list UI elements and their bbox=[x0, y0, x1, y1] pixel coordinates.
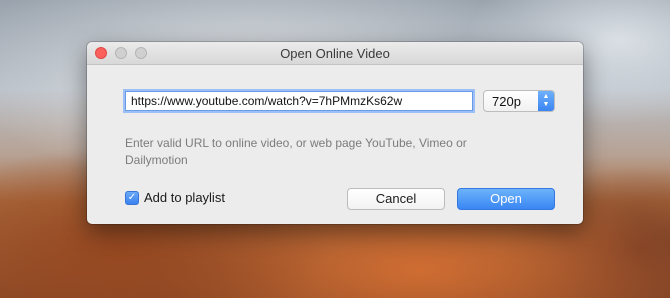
quality-select[interactable]: 720p ▲ ▼ bbox=[483, 90, 555, 112]
cancel-button[interactable]: Cancel bbox=[347, 188, 445, 210]
add-to-playlist-checkbox[interactable]: ✓ bbox=[125, 191, 139, 205]
url-input[interactable] bbox=[125, 91, 473, 111]
add-to-playlist-label[interactable]: Add to playlist bbox=[144, 190, 225, 205]
url-hint-text: Enter valid URL to online video, or web … bbox=[125, 136, 467, 167]
quality-selected-value: 720p bbox=[492, 94, 521, 109]
open-button[interactable]: Open bbox=[457, 188, 555, 210]
up-down-chevron-icon: ▲ ▼ bbox=[538, 91, 554, 111]
dialog-title: Open Online Video bbox=[280, 46, 390, 61]
checkmark-icon: ✓ bbox=[127, 192, 137, 203]
open-online-video-dialog: Open Online Video 720p ▲▼ Enter valid UR… bbox=[87, 42, 583, 224]
title-bar: Open Online Video bbox=[87, 42, 583, 65]
